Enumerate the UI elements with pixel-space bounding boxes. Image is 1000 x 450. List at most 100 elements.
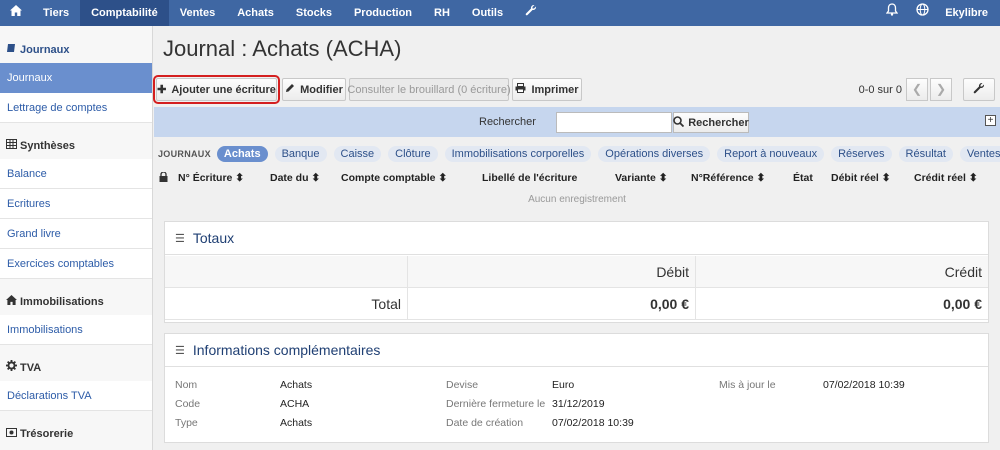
search-icon xyxy=(673,115,685,130)
search-input[interactable] xyxy=(556,112,672,133)
view-draft-button[interactable]: Consulter le brouillard (0 écriture) xyxy=(347,78,511,101)
globe-icon[interactable] xyxy=(907,0,937,26)
col-numero-ecriture[interactable]: N° Écriture ⬍ xyxy=(178,172,244,184)
wrench-icon xyxy=(973,82,985,97)
credit-header: Crédit xyxy=(944,263,982,280)
col-libelle: Libellé de l'écriture xyxy=(482,172,578,184)
prev-page-button[interactable]: ❮ xyxy=(906,78,928,101)
tab-achats[interactable]: Achats xyxy=(216,146,268,162)
info-nom-value: Achats xyxy=(280,379,313,391)
edit-button[interactable]: Modifier xyxy=(282,78,346,101)
nav-production[interactable]: Production xyxy=(343,0,423,26)
tab-caisse[interactable]: Caisse xyxy=(333,146,382,162)
sidebar: Journaux Journaux Lettrage de comptes Sy… xyxy=(0,26,153,450)
printer-icon xyxy=(515,83,526,96)
info-type-value: Achats xyxy=(280,417,313,429)
next-page-button[interactable]: ❯ xyxy=(930,78,952,101)
add-entry-button[interactable]: ✚ Ajouter une écriture xyxy=(153,75,280,104)
sidebar-item-declarations-tva[interactable]: Déclarations TVA xyxy=(0,381,152,411)
info-nom-label: Nom xyxy=(175,379,198,391)
totals-value-row: Total 0,00 € 0,00 € xyxy=(165,288,988,320)
search-bar: Rechercher Rechercher + xyxy=(154,107,1000,137)
sidebar-item-journaux[interactable]: Journaux xyxy=(0,63,152,93)
expand-search-icon[interactable]: + xyxy=(985,115,996,126)
sidebar-item-balance[interactable]: Balance xyxy=(0,159,152,189)
info-panel: ☰ Informations complémentaires Nom Achat… xyxy=(164,333,989,443)
main-content: Journal : Achats (ACHA) ✚ Ajouter une éc… xyxy=(153,26,1000,450)
nav-rh[interactable]: RH xyxy=(423,0,461,26)
empty-table-message: Aucun enregistrement xyxy=(528,194,626,205)
list-icon: ☰ xyxy=(175,232,185,245)
tab-report-a-nouveaux[interactable]: Report à nouveaux xyxy=(717,146,825,162)
nav-achats[interactable]: Achats xyxy=(226,0,285,26)
sidebar-item-exercices[interactable]: Exercices comptables xyxy=(0,249,152,279)
search-button[interactable]: Rechercher xyxy=(673,112,749,133)
list-icon: ☰ xyxy=(175,344,185,357)
top-navbar: Tiers Comptabilité Ventes Achats Stocks … xyxy=(0,0,1000,26)
user-menu[interactable]: Ekylibre xyxy=(937,7,1000,19)
tab-ventes[interactable]: Ventes xyxy=(959,146,1000,162)
money-icon xyxy=(6,421,18,447)
tab-reserves[interactable]: Réserves xyxy=(831,146,892,162)
debit-header: Débit xyxy=(408,256,696,287)
sidebar-item-grand-livre[interactable]: Grand livre xyxy=(0,219,152,249)
total-credit: 0,00 € xyxy=(943,295,982,312)
lock-icon xyxy=(159,171,168,185)
col-variante[interactable]: Variante ⬍ xyxy=(615,172,668,184)
col-credit-reel[interactable]: Crédit réel ⬍ xyxy=(914,172,978,184)
pencil-icon xyxy=(285,83,295,96)
info-creation-value: 07/02/2018 10:39 xyxy=(552,417,634,429)
nav-ventes[interactable]: Ventes xyxy=(169,0,226,26)
sidebar-item-immobilisations[interactable]: Immobilisations xyxy=(0,315,152,345)
search-label: Rechercher xyxy=(479,116,536,128)
total-debit: 0,00 € xyxy=(408,288,696,319)
home-icon[interactable] xyxy=(0,0,32,26)
tab-immobilisations-corporelles[interactable]: Immobilisations corporelles xyxy=(444,146,592,162)
plus-icon: ✚ xyxy=(157,84,167,96)
nav-tiers[interactable]: Tiers xyxy=(32,0,80,26)
page-title: Journal : Achats (ACHA) xyxy=(163,36,402,61)
tab-resultat[interactable]: Résultat xyxy=(898,146,953,162)
book-icon xyxy=(6,37,18,63)
col-debit-reel[interactable]: Débit réel ⬍ xyxy=(831,172,891,184)
sidebar-item-ecritures[interactable]: Ecritures xyxy=(0,189,152,219)
nav-comptabilite[interactable]: Comptabilité xyxy=(80,0,169,26)
info-fermeture-label: Dernière fermeture le xyxy=(446,398,546,410)
totals-table: Débit Crédit Total 0,00 € 0,00 € xyxy=(165,256,988,320)
totals-title: ☰ Totaux xyxy=(165,222,988,255)
col-reference[interactable]: N°Référence ⬍ xyxy=(691,172,765,184)
info-creation-label: Date de création xyxy=(446,417,524,429)
total-label: Total xyxy=(165,288,408,319)
print-button[interactable]: Imprimer xyxy=(512,78,582,101)
sidebar-section-immobilisations: Immobilisations xyxy=(0,289,152,315)
gear-icon xyxy=(6,355,18,381)
sidebar-item-lettrage[interactable]: Lettrage de comptes xyxy=(0,93,152,123)
info-code-label: Code xyxy=(175,398,201,410)
col-etat: État xyxy=(793,172,813,184)
sidebar-section-journaux: Journaux xyxy=(0,37,152,63)
home-icon xyxy=(6,289,18,315)
info-code-value: ACHA xyxy=(280,398,310,410)
info-title: ☰ Informations complémentaires xyxy=(165,334,988,367)
nav-outils[interactable]: Outils xyxy=(461,0,514,26)
settings-wrench-button[interactable] xyxy=(963,78,995,101)
wrench-icon[interactable] xyxy=(514,0,548,26)
sidebar-section-tresorerie: Trésorerie xyxy=(0,421,152,447)
nav-stocks[interactable]: Stocks xyxy=(285,0,343,26)
table-icon xyxy=(6,133,18,159)
info-devise-label: Devise xyxy=(446,379,479,391)
table-header: N° Écriture ⬍ Date du ⬍ Compte comptable… xyxy=(154,171,1000,188)
toolbar: ✚ Ajouter une écriture Modifier Consulte… xyxy=(153,75,1000,104)
bell-icon[interactable] xyxy=(877,0,907,26)
tab-banque[interactable]: Banque xyxy=(274,146,327,162)
info-devise-value: Euro xyxy=(552,379,575,391)
tab-operations-diverses[interactable]: Opérations diverses xyxy=(598,146,711,162)
sidebar-section-tva: TVA xyxy=(0,355,152,381)
tab-cloture[interactable]: Clôture xyxy=(388,146,438,162)
totals-header-row: Débit Crédit xyxy=(165,256,988,288)
info-type-label: Type xyxy=(175,417,198,429)
col-date[interactable]: Date du ⬍ xyxy=(270,172,320,184)
info-maj-value: 07/02/2018 10:39 xyxy=(823,379,905,391)
totals-panel: ☰ Totaux Débit Crédit Total 0,00 € 0,00 … xyxy=(164,221,989,323)
col-compte-comptable[interactable]: Compte comptable ⬍ xyxy=(341,172,447,184)
